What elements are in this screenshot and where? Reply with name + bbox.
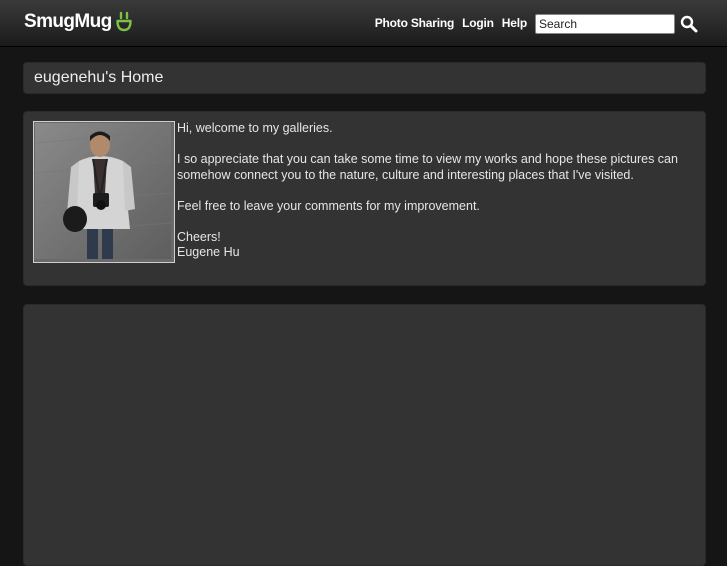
gallery-panel: [23, 304, 706, 566]
search-input[interactable]: [535, 14, 675, 34]
nav-photo-sharing[interactable]: Photo Sharing: [375, 16, 455, 30]
bio-text: Hi, welcome to my galleries. I so apprec…: [177, 121, 697, 261]
nav-login[interactable]: Login: [462, 16, 494, 30]
title-panel: eugenehu's Home: [23, 62, 706, 94]
smugmug-logo[interactable]: SmugMug: [24, 11, 133, 33]
nav-help[interactable]: Help: [502, 16, 527, 30]
magnifier-icon[interactable]: [680, 15, 698, 33]
bio-panel: Hi, welcome to my galleries. I so apprec…: [23, 111, 706, 286]
profile-photo: [33, 121, 175, 263]
top-header: SmugMug Photo Sharing Login Help: [0, 0, 727, 47]
bio-paragraph: Feel free to leave your comments for my …: [177, 198, 480, 213]
page-title: eugenehu's Home: [34, 69, 164, 86]
smugmug-smile-icon: [115, 11, 132, 32]
logo-text: SmugMug: [24, 11, 112, 32]
bio-paragraph: Hi, welcome to my galleries.: [177, 121, 333, 135]
bio-paragraph: I so appreciate that you can take some t…: [177, 152, 678, 182]
portrait-image: [34, 123, 172, 259]
bio-signature: Eugene Hu: [177, 245, 240, 259]
bio-signoff: Cheers!: [177, 229, 221, 244]
top-nav: Photo Sharing Login Help: [375, 16, 527, 30]
